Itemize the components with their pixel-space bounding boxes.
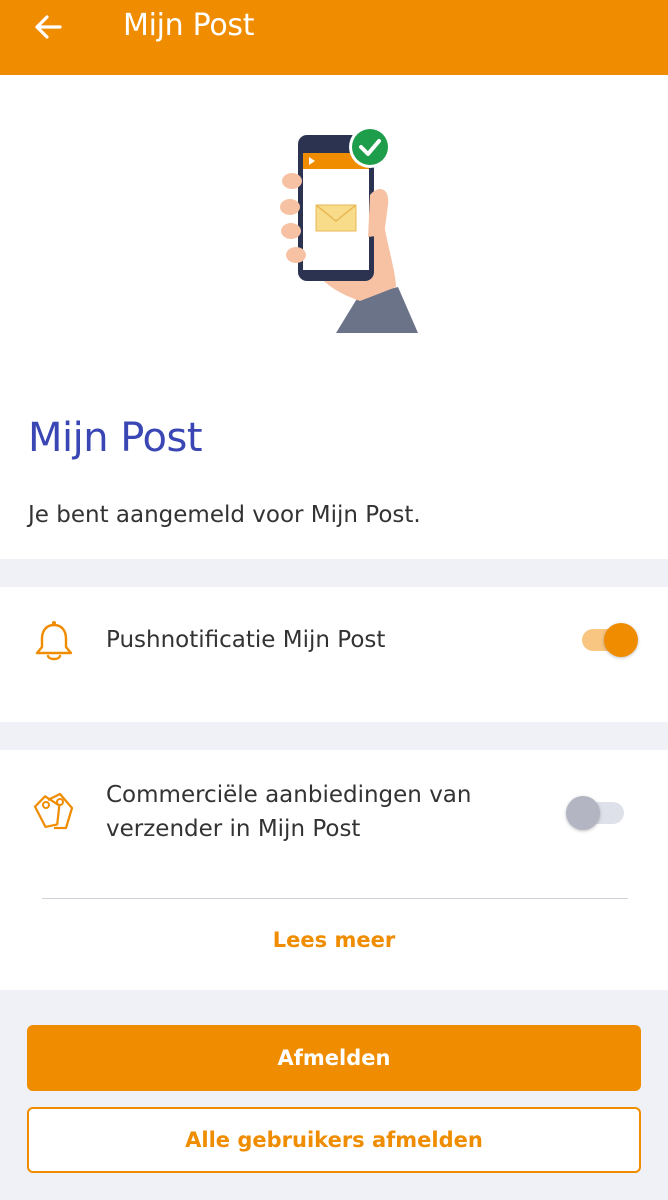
toggle-knob — [566, 796, 600, 830]
mijn-post-screen: Mijn Post Mijn Post Je bent aangemeld vo… — [0, 0, 668, 1200]
commercial-offers-label-line2: verzender in Mijn Post — [106, 816, 361, 842]
divider — [42, 898, 628, 899]
bell-icon — [32, 619, 76, 663]
phone-illustration — [278, 125, 423, 335]
commercial-offers-label: Commerciële aanbiedingen van verzender i… — [106, 778, 471, 846]
unsubscribe-all-users-button[interactable]: Alle gebruikers afmelden — [27, 1107, 641, 1173]
push-notification-label: Pushnotificatie Mijn Post — [106, 627, 386, 653]
header-title: Mijn Post — [123, 8, 255, 43]
commercial-offers-label-line1: Commerciële aanbiedingen van — [106, 782, 472, 808]
read-more-link[interactable]: Lees meer — [0, 928, 668, 952]
commercial-offers-toggle[interactable] — [566, 792, 624, 832]
unsubscribe-button[interactable]: Afmelden — [27, 1025, 641, 1091]
push-notification-toggle[interactable] — [582, 619, 640, 659]
app-header: Mijn Post — [0, 0, 668, 75]
price-tags-icon — [32, 790, 76, 834]
page-title: Mijn Post — [28, 415, 203, 461]
push-notification-setting: Pushnotificatie Mijn Post — [0, 587, 668, 722]
arrow-left-icon — [33, 14, 63, 44]
subscription-status-text: Je bent aangemeld voor Mijn Post. — [28, 502, 421, 528]
toggle-knob — [604, 623, 638, 657]
commercial-offers-setting: Commerciële aanbiedingen van verzender i… — [0, 750, 668, 990]
back-button[interactable] — [28, 12, 68, 46]
intro-card: Mijn Post Je bent aangemeld voor Mijn Po… — [0, 75, 668, 559]
